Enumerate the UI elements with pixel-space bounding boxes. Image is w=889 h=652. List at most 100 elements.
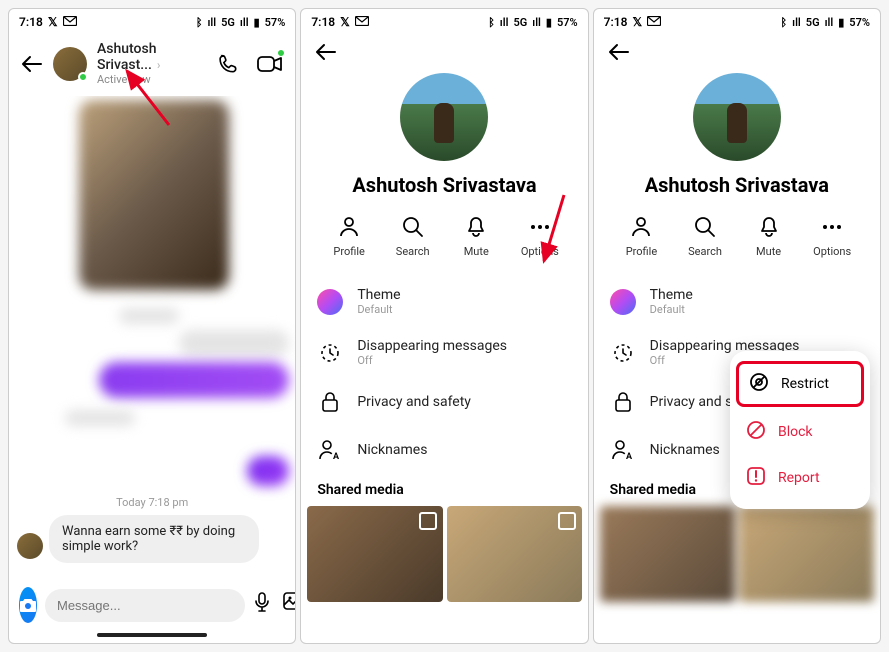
media-item[interactable]: [307, 506, 442, 602]
restrict-icon: [749, 372, 769, 396]
action-label: Search: [396, 245, 430, 258]
contact-title[interactable]: Ashutosh Srivast... › Active now: [97, 41, 205, 86]
battery-pct: 57%: [557, 16, 578, 29]
profile-avatar[interactable]: [400, 73, 488, 161]
signal-icon: ıll: [792, 16, 801, 29]
message-input[interactable]: [45, 589, 245, 622]
battery-icon: ▮: [546, 16, 552, 29]
popup-label: Block: [778, 424, 813, 440]
profile-action-mute[interactable]: Mute: [739, 215, 799, 258]
media-item[interactable]: [739, 506, 874, 602]
setting-disappearing[interactable]: Disappearing messagesOff: [317, 327, 571, 378]
settings-list: ThemeDefault Disappearing messagesOff Pr…: [301, 276, 587, 474]
svg-text:A: A: [333, 452, 340, 461]
chat-timestamp: Today 7:18 pm: [19, 496, 285, 509]
mail-icon: [355, 15, 369, 29]
x-icon: 𝕏: [340, 15, 350, 29]
status-bar: 7:18 𝕏 ᛒ ıll 5G ıll ▮57%: [594, 9, 880, 31]
mic-icon[interactable]: [253, 592, 271, 618]
signal-icon-2: ıll: [532, 16, 541, 29]
contact-name: Ashutosh Srivast...: [97, 41, 156, 73]
profile-action-options[interactable]: Options: [510, 215, 570, 258]
gallery-icon[interactable]: [283, 592, 296, 618]
profile-action-search[interactable]: Search: [383, 215, 443, 258]
chevron-right-icon: ›: [154, 58, 161, 72]
chat-body[interactable]: Today 7:18 pm Wanna earn some ₹₹ by doin…: [9, 96, 295, 579]
message-sent-blurred: [99, 362, 289, 398]
video-call-button[interactable]: [257, 51, 283, 77]
contact-avatar[interactable]: [53, 47, 87, 81]
status-time: 7:18: [311, 15, 335, 29]
setting-title: Theme: [357, 287, 400, 303]
profile-screen: 7:18 𝕏 ᛒ ıll 5G ıll ▮ 57% Ashutosh Srivas…: [300, 8, 588, 644]
profile-action-mute[interactable]: Mute: [446, 215, 506, 258]
timer-icon: [317, 340, 343, 366]
shared-media-row: [301, 506, 587, 602]
back-button[interactable]: [608, 41, 630, 63]
signal-icon: ıll: [500, 16, 509, 29]
setting-nicknames[interactable]: A Nicknames: [317, 426, 571, 474]
options-popup: Restrict Block Report: [730, 351, 870, 509]
media-item[interactable]: [600, 506, 735, 602]
back-button[interactable]: [315, 41, 337, 63]
profile-name: Ashutosh Srivastava: [301, 173, 587, 197]
call-button[interactable]: [215, 51, 241, 77]
action-label: Mute: [464, 245, 489, 258]
popup-report[interactable]: Report: [730, 455, 870, 501]
setting-subtitle: Default: [357, 303, 400, 316]
setting-title: Theme: [650, 287, 693, 303]
message-bubble[interactable]: Wanna earn some ₹₹ by doing simple work?: [49, 515, 259, 563]
message-blurred: [65, 410, 135, 426]
setting-title: Disappearing messages: [357, 338, 507, 354]
lock-icon: [610, 389, 636, 415]
svg-text:A: A: [626, 452, 633, 461]
message-sent-blurred: [247, 456, 289, 486]
x-icon: 𝕏: [48, 15, 58, 29]
setting-title: Nicknames: [357, 442, 427, 458]
profile-action-profile[interactable]: Profile: [611, 215, 671, 258]
signal-icon: ıll: [207, 16, 216, 29]
action-label: Profile: [626, 245, 657, 258]
person-a-icon: A: [610, 437, 636, 463]
chat-header: Ashutosh Srivast... › Active now: [9, 31, 295, 96]
theme-icon: [610, 289, 636, 315]
battery-icon: ▮: [254, 16, 260, 29]
message-avatar[interactable]: [17, 533, 43, 559]
popup-restrict[interactable]: Restrict: [736, 361, 864, 407]
media-item[interactable]: [447, 506, 582, 602]
setting-privacy[interactable]: Privacy and safety: [317, 378, 571, 426]
mail-icon: [63, 15, 77, 29]
network-label: 5G: [806, 16, 820, 29]
network-label: 5G: [513, 16, 527, 29]
bluetooth-icon: ᛒ: [488, 16, 495, 29]
profile-action-profile[interactable]: Profile: [319, 215, 379, 258]
bluetooth-icon: ᛒ: [196, 16, 203, 29]
setting-title: Nicknames: [650, 442, 720, 458]
timer-icon: [610, 340, 636, 366]
action-label: Options: [813, 245, 851, 258]
home-indicator[interactable]: [97, 633, 207, 637]
back-button[interactable]: [21, 53, 43, 75]
setting-subtitle: Default: [650, 303, 693, 316]
setting-subtitle: Off: [357, 354, 507, 367]
profile-name: Ashutosh Srivastava: [594, 173, 880, 197]
popup-label: Restrict: [781, 376, 829, 392]
profile-avatar[interactable]: [693, 73, 781, 161]
setting-theme[interactable]: ThemeDefault: [610, 276, 864, 327]
battery-pct: 57%: [849, 16, 870, 29]
profile-action-options[interactable]: Options: [802, 215, 862, 258]
setting-theme[interactable]: ThemeDefault: [317, 276, 571, 327]
message-blurred: [179, 330, 289, 356]
bluetooth-icon: ᛒ: [781, 16, 788, 29]
action-label: Mute: [756, 245, 781, 258]
profile-actions: Profile Search Mute Options: [301, 215, 587, 276]
action-label: Options: [521, 245, 559, 258]
contact-status: Active now: [97, 73, 205, 86]
popup-block[interactable]: Block: [730, 409, 870, 455]
status-time: 7:18: [19, 15, 43, 29]
profile-action-search[interactable]: Search: [675, 215, 735, 258]
camera-button[interactable]: [19, 587, 37, 623]
battery-pct: 57%: [265, 16, 286, 29]
profile-actions: Profile Search Mute Options: [594, 215, 880, 276]
shared-media-row: [594, 506, 880, 602]
